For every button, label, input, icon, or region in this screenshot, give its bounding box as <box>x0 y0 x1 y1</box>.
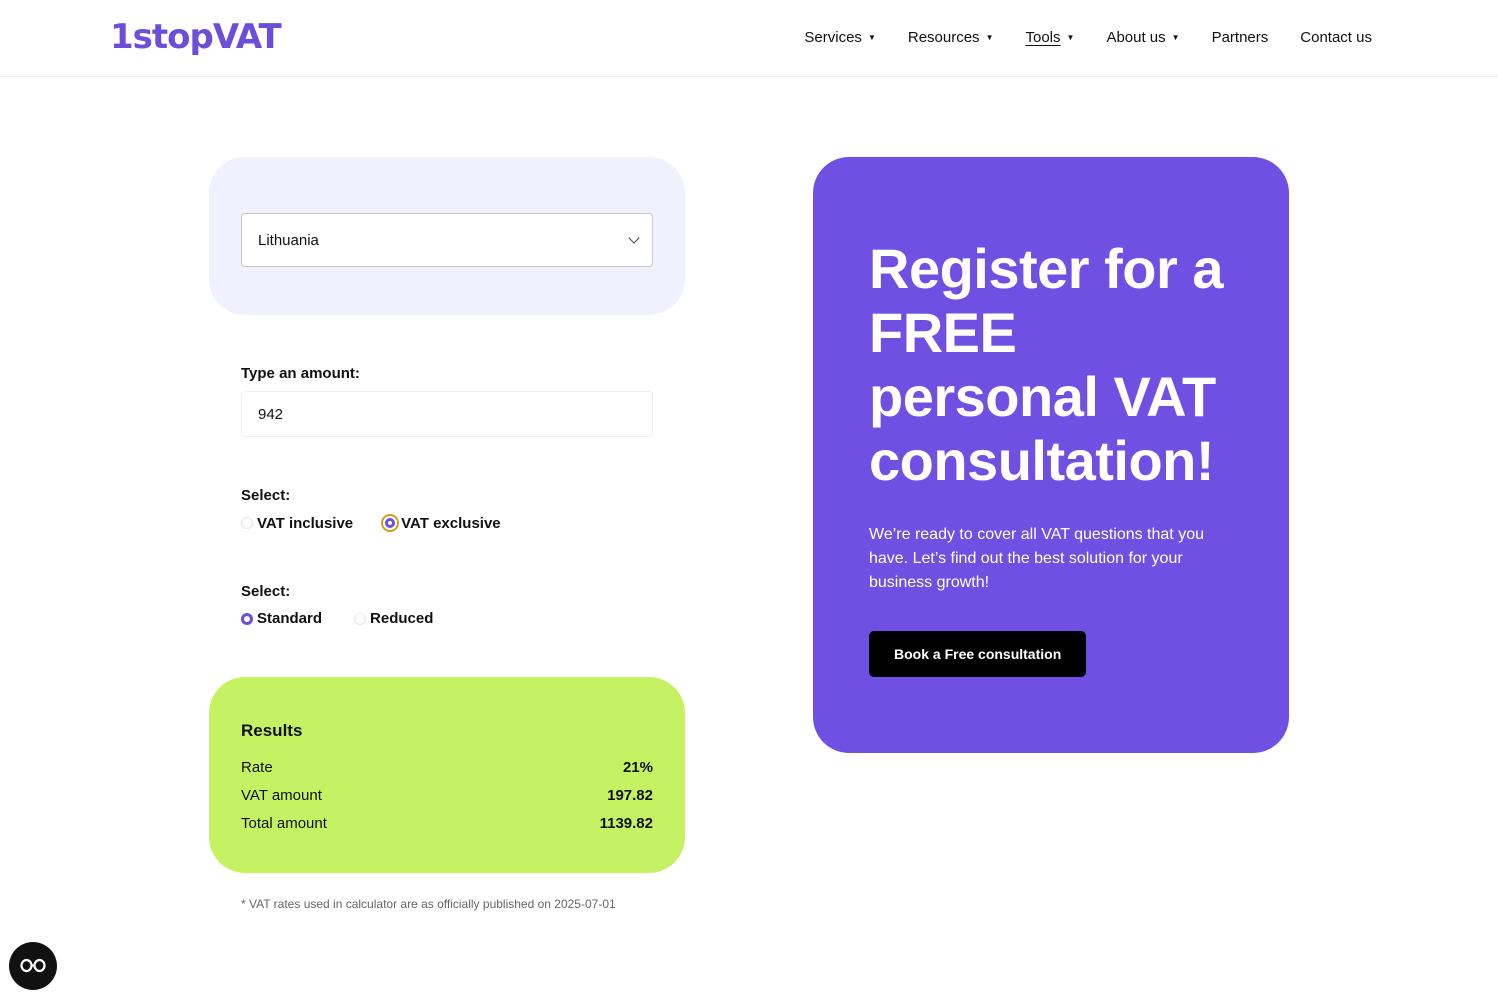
main-nav: Services ▼ Resources ▼ Tools ▼ About us … <box>804 29 1372 46</box>
site-header: 1stopVAT Services ▼ Resources ▼ Tools ▼ … <box>0 0 1498 77</box>
amount-input[interactable]: 942 <box>241 391 653 437</box>
caret-down-icon: ▼ <box>985 33 994 42</box>
caret-down-icon: ▼ <box>1171 33 1180 42</box>
radio-dot-selected <box>241 612 253 625</box>
radio-dot <box>354 612 367 625</box>
result-label: VAT amount <box>241 787 322 804</box>
promo-title: Register for a FREE personal VAT consult… <box>869 237 1224 492</box>
glasses-icon <box>20 958 46 973</box>
rate-type-group: Standard Reduced <box>241 610 433 627</box>
amount-label: Type an amount: <box>241 365 360 382</box>
radio-vat-inclusive[interactable]: VAT inclusive <box>241 515 353 532</box>
results-title: Results <box>241 721 303 740</box>
nav-label: Partners <box>1211 29 1269 46</box>
nav-resources[interactable]: Resources ▼ <box>908 29 994 46</box>
nav-services[interactable]: Services ▼ <box>804 29 875 46</box>
promo-body: We’re ready to cover all VAT questions t… <box>869 526 1204 591</box>
radio-label: Reduced <box>370 610 434 627</box>
nav-label: Tools <box>1025 29 1061 46</box>
result-value: 197.82 <box>607 787 653 804</box>
rates-footnote: * VAT rates used in calculator are as of… <box>241 897 616 911</box>
nav-about-us[interactable]: About us ▼ <box>1106 29 1179 46</box>
rate-type-label: Select: <box>241 583 291 600</box>
nav-label: Services <box>804 29 862 46</box>
radio-dot <box>241 517 253 529</box>
caret-down-icon: ▼ <box>1066 33 1075 42</box>
result-value: 21% <box>622 759 653 776</box>
country-select[interactable]: Lithuania <box>241 213 653 267</box>
radio-label: VAT inclusive <box>257 514 354 532</box>
result-row-vat-amount: VAT amount 197.82 <box>241 787 653 805</box>
radio-vat-exclusive[interactable]: VAT exclusive <box>381 514 501 532</box>
result-value: 1139.82 <box>599 815 653 832</box>
radio-label: Standard <box>257 610 323 627</box>
result-label: Rate <box>241 759 273 776</box>
results-card: Results Rate 21% VAT amount 197.82 Total… <box>209 677 685 873</box>
result-row-rate: Rate 21% <box>241 759 653 777</box>
consultation-promo: Register for a FREE personal VAT consult… <box>813 157 1289 753</box>
nav-partners[interactable]: Partners <box>1212 29 1269 46</box>
nav-label: About us <box>1106 29 1166 46</box>
chevron-down-icon <box>628 232 640 244</box>
nav-label: Resources <box>907 29 980 46</box>
result-label: Total amount <box>241 815 327 832</box>
radio-standard[interactable]: Standard <box>241 610 322 627</box>
nav-label: Contact us <box>1300 29 1372 46</box>
nav-contact-us[interactable]: Contact us <box>1300 29 1372 46</box>
logo[interactable]: 1stopVAT <box>110 17 282 57</box>
caret-down-icon: ▼ <box>867 33 876 42</box>
accessibility-widget-button[interactable] <box>9 942 57 990</box>
radio-reduced[interactable]: Reduced <box>354 610 433 627</box>
radio-label: VAT exclusive <box>401 514 501 532</box>
book-consultation-button[interactable]: Book a Free consultation <box>869 631 1087 677</box>
country-select-value: Lithuania <box>258 231 319 249</box>
vat-mode-label: Select: <box>241 487 291 504</box>
result-row-total-amount: Total amount 1139.82 <box>241 815 653 833</box>
radio-dot-selected <box>381 514 400 532</box>
nav-tools[interactable]: Tools ▼ <box>1025 29 1074 46</box>
country-card: Lithuania <box>209 157 685 315</box>
vat-mode-group: VAT inclusive VAT exclusive <box>241 514 501 532</box>
